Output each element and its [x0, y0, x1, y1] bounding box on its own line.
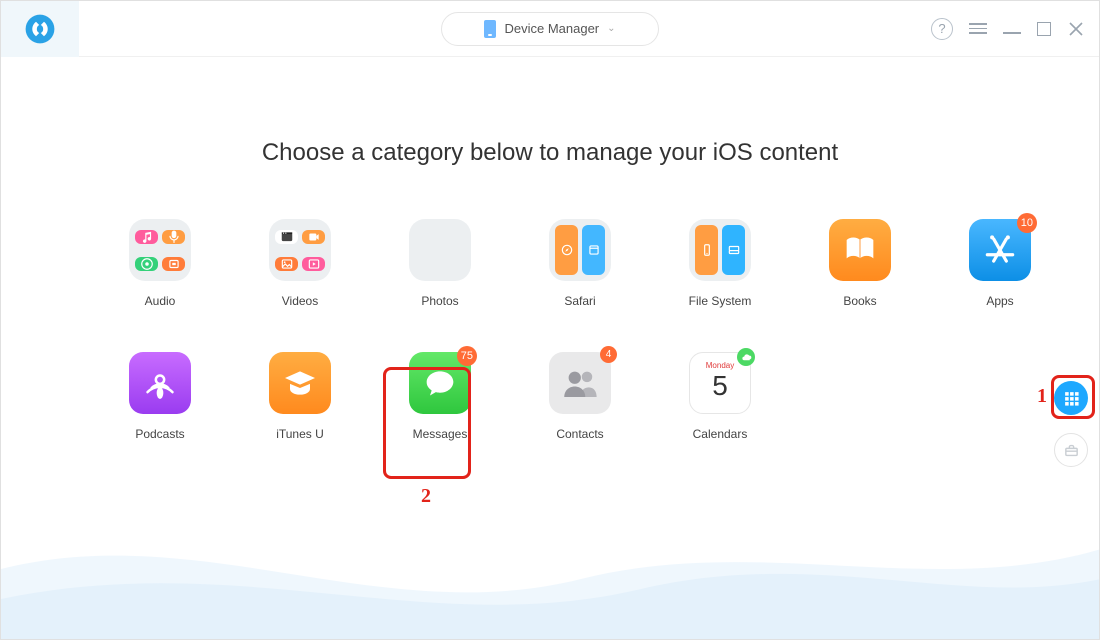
calendar-weekday: Monday	[706, 361, 734, 370]
apps-icon: 10	[969, 219, 1031, 281]
main-content: Choose a category below to manage your i…	[1, 57, 1099, 639]
category-calendars[interactable]: Monday 5 Calendars	[675, 352, 765, 441]
contacts-icon: 4	[549, 352, 611, 414]
help-button[interactable]: ?	[931, 18, 953, 40]
dropdown-label: Device Manager	[504, 21, 599, 36]
books-icon	[829, 219, 891, 281]
category-grid: Audio Videos Photos	[115, 219, 985, 441]
file-system-icon	[689, 219, 751, 281]
annotation-number-2: 2	[421, 485, 431, 508]
photos-icon	[409, 219, 471, 281]
category-audio[interactable]: Audio	[115, 219, 205, 308]
category-apps[interactable]: 10 Apps	[955, 219, 1045, 308]
messages-badge: 75	[457, 346, 477, 366]
phone-icon	[484, 20, 496, 38]
category-label: Messages	[413, 427, 468, 441]
category-photos[interactable]: Photos	[395, 219, 485, 308]
safari-icon	[549, 219, 611, 281]
category-label: Apps	[986, 294, 1013, 308]
apps-badge: 10	[1017, 213, 1037, 233]
title-bar: Device Manager ⌄ ?	[1, 1, 1099, 57]
category-label: Calendars	[693, 427, 748, 441]
app-logo	[1, 1, 79, 57]
category-file-system[interactable]: File System	[675, 219, 765, 308]
toolbox-button[interactable]	[1054, 433, 1088, 467]
calendar-day: 5	[712, 370, 728, 402]
contacts-badge: 4	[600, 346, 617, 363]
itunes-u-icon	[269, 352, 331, 414]
videos-icon	[269, 219, 331, 281]
category-books[interactable]: Books	[815, 219, 905, 308]
app-window: Device Manager ⌄ ? Choose a category bel…	[0, 0, 1100, 640]
category-safari[interactable]: Safari	[535, 219, 625, 308]
category-videos[interactable]: Videos	[255, 219, 345, 308]
category-label: Safari	[564, 294, 595, 308]
category-contacts[interactable]: 4 Contacts	[535, 352, 625, 441]
window-controls: ?	[931, 18, 1085, 40]
annotation-number-1: 1	[1037, 385, 1047, 408]
device-manager-dropdown[interactable]: Device Manager ⌄	[441, 12, 659, 46]
anytrans-logo-icon	[24, 13, 56, 45]
chevron-down-icon: ⌄	[607, 23, 615, 34]
audio-icon	[129, 219, 191, 281]
category-itunes-u[interactable]: iTunes U	[255, 352, 345, 441]
category-label: Contacts	[556, 427, 603, 441]
calendars-icon: Monday 5	[689, 352, 751, 414]
category-label: File System	[689, 294, 752, 308]
messages-icon: 75	[409, 352, 471, 414]
menu-button[interactable]	[969, 20, 987, 38]
category-messages[interactable]: 75 Messages	[395, 352, 485, 441]
category-label: Audio	[145, 294, 176, 308]
category-podcasts[interactable]: Podcasts	[115, 352, 205, 441]
category-label: Videos	[282, 294, 318, 308]
podcasts-icon	[129, 352, 191, 414]
page-title: Choose a category below to manage your i…	[1, 139, 1099, 167]
side-toolbar	[1054, 381, 1088, 467]
category-label: iTunes U	[276, 427, 324, 441]
category-label: Books	[843, 294, 876, 308]
category-label: Photos	[421, 294, 458, 308]
cloud-sync-icon	[737, 348, 755, 366]
category-label: Podcasts	[135, 427, 184, 441]
decorative-wave	[1, 509, 1099, 639]
close-button[interactable]	[1067, 20, 1085, 38]
grid-view-button[interactable]	[1054, 381, 1088, 415]
minimize-button[interactable]	[1003, 24, 1021, 34]
maximize-button[interactable]	[1037, 22, 1051, 36]
